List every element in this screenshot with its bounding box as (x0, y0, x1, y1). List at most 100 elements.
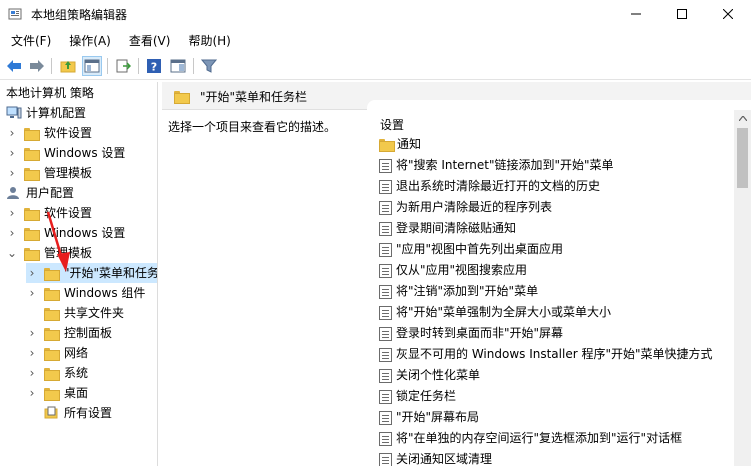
scroll-up-button[interactable] (734, 110, 751, 127)
tree-item-admin-templates[interactable]: ⌄ 管理模板 (6, 243, 92, 263)
menu-help[interactable]: 帮助(H) (177, 30, 237, 52)
folder-icon (24, 127, 40, 141)
folder-icon (44, 367, 60, 381)
menu-action[interactable]: 操作(A) (58, 30, 118, 52)
tree-item-network[interactable]: › 网络 (26, 343, 88, 363)
minimize-icon (631, 13, 641, 15)
list-item[interactable]: 锁定任务栏 (379, 386, 456, 407)
filter-button[interactable] (199, 56, 219, 76)
description-text: 选择一个项目来查看它的描述。 (168, 120, 337, 134)
folder-icon (24, 167, 40, 181)
list-item-label: "应用"视图中首先列出桌面应用 (396, 242, 564, 256)
chevron-right-icon[interactable]: › (26, 283, 38, 303)
tree-item-shared-folders[interactable]: 共享文件夹 (44, 303, 124, 323)
tree-item-control-panel[interactable]: › 控制面板 (26, 323, 112, 343)
export-list-button[interactable] (113, 56, 133, 76)
tree-item-windows-settings[interactable]: › Windows 设置 (6, 143, 125, 163)
list-item[interactable]: 通知 (379, 134, 421, 155)
chevron-right-icon[interactable]: › (26, 383, 38, 403)
policy-setting-icon (379, 179, 392, 194)
folder-icon (24, 207, 40, 221)
chevron-right-icon[interactable]: › (6, 123, 18, 143)
list-item[interactable]: 登录期间清除磁贴通知 (379, 218, 516, 239)
list-item[interactable]: "应用"视图中首先列出桌面应用 (379, 239, 563, 260)
chevron-right-icon[interactable]: › (26, 363, 38, 383)
tree-item-computer-config[interactable]: 计算机配置 (6, 103, 86, 123)
tree-item-windows-components[interactable]: › Windows 组件 (26, 283, 145, 303)
tree-item-admin-templates[interactable]: › 管理模板 (6, 163, 92, 183)
chevron-right-icon[interactable]: › (6, 223, 18, 243)
list-item[interactable]: 退出系统时清除最近打开的文档的历史 (379, 176, 600, 197)
toolbar-separator (107, 58, 108, 74)
folder-icon (379, 139, 395, 152)
chevron-up-icon (738, 116, 747, 121)
up-folder-button[interactable] (58, 56, 78, 76)
tree-item-user-config[interactable]: 用户配置 (6, 183, 74, 203)
folder-icon (44, 307, 60, 321)
menu-file[interactable]: 文件(F) (0, 30, 58, 52)
chevron-right-icon[interactable]: › (26, 343, 38, 363)
back-button[interactable] (4, 56, 24, 76)
tree-label: 网络 (64, 346, 89, 360)
tree-item-desktop[interactable]: › 桌面 (26, 383, 88, 403)
tree-item-system[interactable]: › 系统 (26, 363, 88, 383)
folder-icon (44, 287, 60, 301)
policy-setting-icon (379, 305, 392, 320)
tree-pane: 本地计算机 策略 计算机配置 › 软件设置 › Windows 设置 › 管理模… (0, 82, 158, 466)
chevron-down-icon[interactable]: ⌄ (6, 243, 18, 263)
chevron-right-icon[interactable]: › (6, 203, 18, 223)
maximize-button[interactable] (659, 0, 705, 28)
list-item[interactable]: 关闭个性化菜单 (379, 365, 480, 386)
menu-view[interactable]: 查看(V) (118, 30, 178, 52)
folder-icon (174, 91, 190, 104)
tree-label: 所有设置 (64, 406, 113, 420)
tree-item-windows-settings[interactable]: › Windows 设置 (6, 223, 125, 243)
list-item[interactable]: 为新用户清除最近的程序列表 (379, 197, 552, 218)
help-button[interactable]: ? (144, 56, 164, 76)
tree-item-start-menu-taskbar[interactable]: › "开始"菜单和任务 (26, 263, 157, 283)
list-item[interactable]: 灰显不可用的 Windows Installer 程序"开始"菜单快捷方式 (379, 344, 713, 365)
policy-setting-icon (379, 200, 392, 215)
export-list-icon (116, 59, 131, 73)
chevron-right-icon[interactable]: › (6, 163, 18, 183)
forward-icon (30, 60, 44, 72)
tree-item-software-settings[interactable]: › 软件设置 (6, 203, 92, 223)
column-header-setting[interactable]: 设置 (380, 116, 404, 133)
list-item-label: "开始"屏幕布局 (396, 410, 480, 424)
chevron-right-icon[interactable]: › (26, 323, 38, 343)
show-hide-tree-button[interactable] (82, 56, 102, 76)
filter-icon (201, 59, 217, 73)
properties-view-icon (170, 59, 186, 73)
tree-root[interactable]: 本地计算机 策略 (6, 83, 94, 103)
list-item-label: 登录时转到桌面而非"开始"屏幕 (396, 326, 564, 340)
list-item[interactable]: 登录时转到桌面而非"开始"屏幕 (379, 323, 563, 344)
list-item[interactable]: 关闭通知区域清理 (379, 449, 492, 466)
close-button[interactable] (705, 0, 751, 28)
list-item[interactable]: 将"搜索 Internet"链接添加到"开始"菜单 (379, 155, 614, 176)
vertical-scrollbar[interactable] (734, 110, 751, 466)
toolbar: ? (0, 52, 751, 80)
list-item[interactable]: 将"在单独的内存空间运行"复选框添加到"运行"对话框 (379, 428, 682, 449)
policy-setting-icon (379, 431, 392, 446)
scrollbar-thumb[interactable] (737, 128, 748, 188)
properties-view-button[interactable] (168, 56, 188, 76)
list-item[interactable]: 将"注销"添加到"开始"菜单 (379, 281, 538, 302)
list-item[interactable]: 将"开始"菜单强制为全屏大小或菜单大小 (379, 302, 611, 323)
folder-icon (24, 147, 40, 161)
tree-label: 管理模板 (44, 246, 93, 260)
tree-label: 桌面 (64, 386, 89, 400)
tree-item-all-settings[interactable]: 所有设置 (44, 403, 112, 423)
toolbar-separator (51, 58, 52, 74)
chevron-right-icon[interactable]: › (26, 263, 38, 283)
tree-label: Windows 设置 (44, 146, 126, 160)
tree-item-software-settings[interactable]: › 软件设置 (6, 123, 92, 143)
maximize-icon (677, 9, 687, 19)
list-item[interactable]: "开始"屏幕布局 (379, 407, 479, 428)
forward-button[interactable] (27, 56, 47, 76)
minimize-button[interactable] (613, 0, 659, 28)
chevron-right-icon[interactable]: › (6, 143, 18, 163)
policy-setting-icon (379, 221, 392, 236)
list-item[interactable]: 仅从"应用"视图搜索应用 (379, 260, 527, 281)
close-icon (723, 9, 733, 19)
list-item-label: 将"在单独的内存空间运行"复选框添加到"运行"对话框 (396, 431, 683, 445)
